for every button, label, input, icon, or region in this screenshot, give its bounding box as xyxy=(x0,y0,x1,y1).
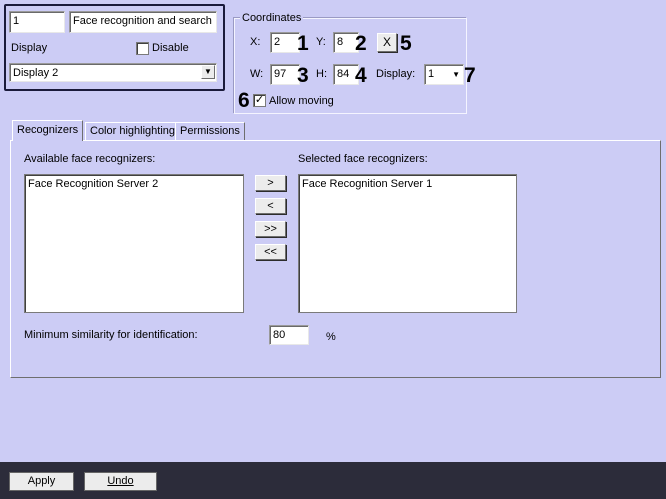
selected-recognizers-label: Selected face recognizers: xyxy=(298,153,428,165)
tab-permissions[interactable]: Permissions xyxy=(175,122,245,140)
allow-moving-checkbox[interactable]: ✓ xyxy=(253,94,266,107)
display-number-label: Display: xyxy=(376,68,416,80)
move-all-right-button[interactable]: >> xyxy=(255,221,286,237)
move-right-button[interactable]: > xyxy=(255,175,286,191)
close-icon: X xyxy=(382,35,391,49)
allow-moving-label: Allow moving xyxy=(269,95,334,107)
callout-4: 4 xyxy=(355,64,367,87)
x-label: X: xyxy=(250,36,261,48)
undo-button[interactable]: Undo xyxy=(84,472,157,491)
callout-1: 1 xyxy=(297,32,309,55)
chevron-down-icon[interactable]: ▼ xyxy=(201,65,215,79)
disable-label: Disable xyxy=(152,42,189,54)
reset-coordinates-button[interactable]: X xyxy=(377,33,397,52)
callout-3: 3 xyxy=(297,64,309,87)
callout-5: 5 xyxy=(400,32,412,55)
available-recognizers-label: Available face recognizers: xyxy=(24,153,156,165)
similarity-label: Minimum similarity for identification: xyxy=(24,329,198,341)
h-label: H: xyxy=(316,68,327,80)
w-field[interactable]: 97 xyxy=(270,64,300,85)
coordinates-title: Coordinates xyxy=(240,12,304,24)
w-label: W: xyxy=(250,68,264,80)
disable-checkbox[interactable] xyxy=(136,42,149,55)
list-item[interactable]: Face Recognition Server 1 xyxy=(302,177,513,191)
check-icon: ✓ xyxy=(254,94,265,106)
display-number-select[interactable]: 1 ▼ xyxy=(424,64,464,85)
tab-recognizers[interactable]: Recognizers xyxy=(12,120,84,141)
similarity-field[interactable]: 80 xyxy=(269,325,309,345)
callout-2: 2 xyxy=(355,32,367,55)
display-label: Display xyxy=(11,42,48,54)
move-all-left-button[interactable]: << xyxy=(255,244,286,260)
callout-7: 7 xyxy=(464,64,476,87)
apply-button[interactable]: Apply xyxy=(9,472,74,491)
x-field[interactable]: 2 xyxy=(270,32,300,53)
similarity-unit: % xyxy=(326,331,336,343)
y-label: Y: xyxy=(316,36,326,48)
tab-color-highlighting[interactable]: Color highlighting xyxy=(85,122,180,140)
callout-6: 6 xyxy=(238,89,250,112)
selected-recognizers-list[interactable]: Face Recognition Server 1 xyxy=(298,174,517,313)
display-select[interactable]: Display 2 ▼ xyxy=(9,63,217,82)
move-left-button[interactable]: < xyxy=(255,198,286,214)
object-id-field[interactable]: 1 xyxy=(9,11,65,33)
list-item[interactable]: Face Recognition Server 2 xyxy=(28,177,240,191)
available-recognizers-list[interactable]: Face Recognition Server 2 xyxy=(24,174,244,313)
display-number-value: 1 xyxy=(428,68,435,80)
chevron-down-icon[interactable]: ▼ xyxy=(452,66,460,83)
object-name-field[interactable]: Face recognition and search xyxy=(69,11,217,33)
display-select-value: Display 2 xyxy=(13,67,59,79)
